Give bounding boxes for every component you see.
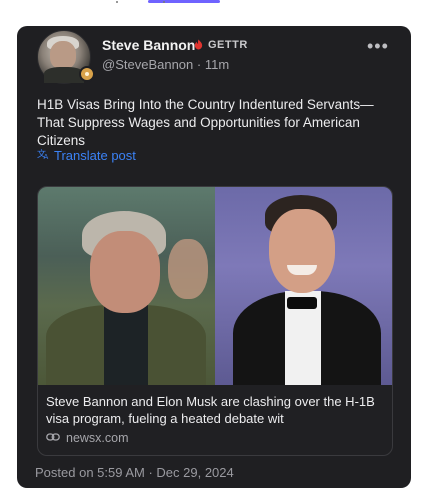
scroll-accent [148, 0, 220, 3]
verified-flame-icon [194, 39, 203, 50]
link-domain-text: newsx.com [66, 431, 129, 445]
translate-button[interactable]: 文 A Translate post [37, 148, 136, 163]
dot [163, 1, 165, 3]
author-handle[interactable]: @SteveBannon · 11m [102, 57, 229, 72]
svg-text:A: A [44, 153, 49, 160]
post-text: H1B Visas Bring Into the Country Indentu… [37, 97, 374, 148]
bannon-shirt [104, 305, 148, 385]
post-card[interactable]: Steve Bannon GETTR @SteveBannon · 11m ••… [17, 26, 411, 488]
more-options-button[interactable]: ••• [367, 36, 389, 57]
musk-photo [215, 187, 392, 385]
author-name[interactable]: Steve Bannon [102, 37, 195, 53]
avatar-face [50, 41, 76, 69]
bannon-photo [38, 187, 215, 385]
avatar-coat [44, 67, 84, 83]
platform-label: GETTR [208, 39, 248, 51]
link-preview-card[interactable]: Steve Bannon and Elon Musk are clashing … [37, 186, 393, 456]
handle-text: @SteveBannon [102, 57, 194, 72]
translate-icon: 文 A [37, 148, 51, 163]
bannon-face [90, 231, 160, 313]
link-domain: newsx.com [46, 431, 129, 445]
translate-label: Translate post [54, 148, 136, 163]
musk-face [269, 209, 335, 293]
musk-bowtie [287, 297, 317, 309]
link-title: Steve Bannon and Elon Musk are clashing … [46, 394, 375, 426]
separator: · [196, 57, 205, 72]
dot [116, 1, 118, 3]
top-strip [0, 0, 428, 10]
background-person [168, 239, 208, 299]
rank-badge-icon [79, 66, 95, 82]
post-time: 11m [204, 57, 230, 72]
posted-timestamp: Posted on 5:59 AM · Dec 29, 2024 [35, 465, 234, 480]
link-icon [46, 431, 62, 445]
